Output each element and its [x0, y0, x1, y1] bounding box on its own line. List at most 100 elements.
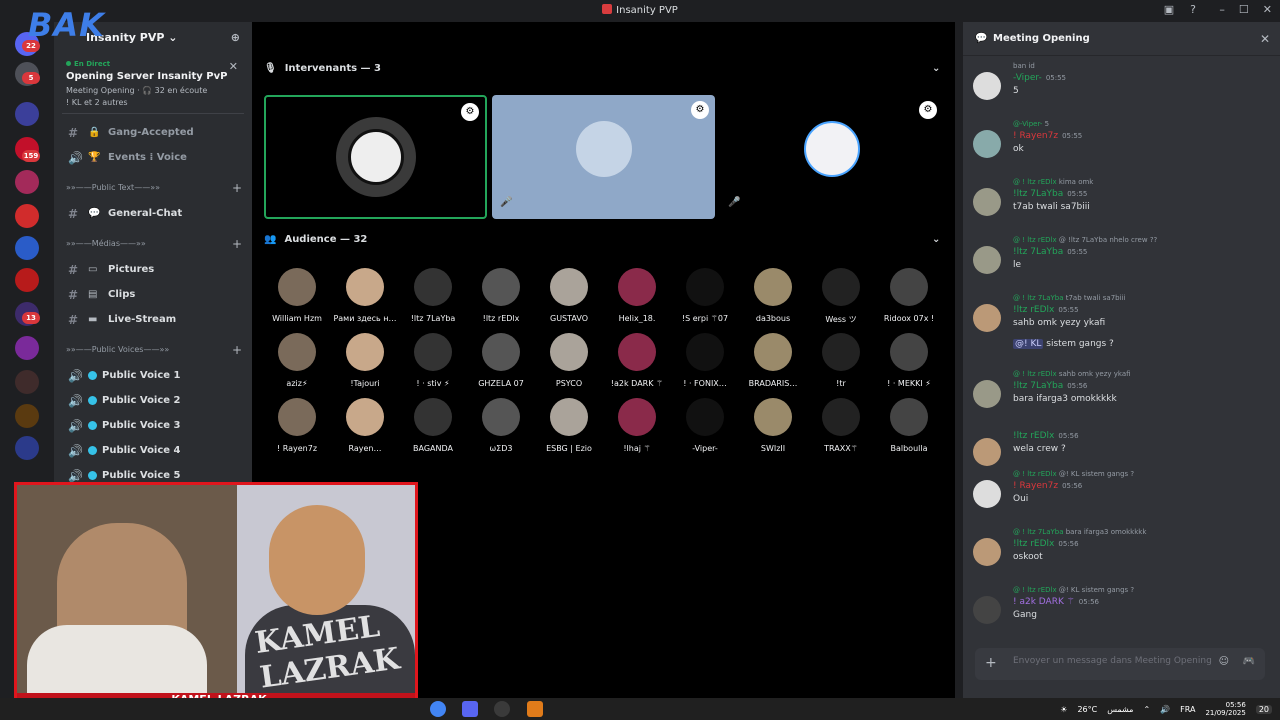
help-icon[interactable]: ? [1190, 3, 1196, 16]
chat-message[interactable]: @ ! ltz 7LaYba bara ifarga3 omokkkkk !ltz… [973, 528, 1263, 566]
message-author[interactable]: !ltz 7LaYba 05:56 [973, 381, 1263, 391]
channel-public-voice-4[interactable]: 🔊 Public Voice 4 [62, 438, 244, 463]
add-channel-icon[interactable]: + [232, 237, 242, 251]
audience-member[interactable]: TRAXX⚚ [808, 398, 874, 453]
message-author[interactable]: !ltz 7LaYba 05:55 [973, 189, 1263, 199]
obs-icon[interactable] [494, 701, 510, 717]
audience-member[interactable]: ESBG | Ezio [536, 398, 602, 453]
audience-member[interactable]: Wess ツ [808, 268, 874, 325]
channel-public-voice-3[interactable]: 🔊 Public Voice 3 [62, 413, 244, 438]
tray-chevron-icon[interactable]: ⌃ [1143, 705, 1150, 714]
server-icon-insanity[interactable] [15, 204, 39, 228]
close-icon[interactable]: ✕ [1260, 32, 1270, 46]
server-icon[interactable] [15, 170, 39, 194]
audience-member[interactable]: Рами здесь н… [332, 268, 398, 323]
reply-preview[interactable]: @ ! ltz rEDlx kima omk [973, 178, 1263, 186]
audience-member[interactable]: !tr [808, 333, 874, 388]
reply-preview[interactable]: @ ! ltz rEDlx sahb omk yezy ykafi [973, 370, 1263, 378]
category-medias[interactable]: »»——Médias——»» + [62, 230, 244, 257]
gamepad-icon[interactable]: 🎮 [1243, 656, 1255, 667]
audience-member[interactable]: !Tajouri [332, 333, 398, 388]
server-icon[interactable] [15, 268, 39, 292]
chat-message[interactable]: @ ! ltz rEDlx sahb omk yezy ykafi !ltz 7L… [973, 370, 1263, 408]
chat-message[interactable]: @! KL sistem gangs ? [973, 336, 1263, 349]
avatar[interactable] [973, 246, 1001, 274]
audience-member[interactable]: SWIzII [740, 398, 806, 453]
message-author[interactable]: ! Rayen7z 05:56 [973, 481, 1263, 491]
audience-member[interactable]: GUSTAVO [536, 268, 602, 323]
message-author[interactable]: !ltz rEDlx 05:55 [973, 305, 1263, 315]
message-author[interactable]: -Viper- 05:55 [973, 73, 1263, 83]
audience-member[interactable]: !ltz 7LaYba [400, 268, 466, 323]
audience-member[interactable]: Ridoox 07x ! [876, 268, 942, 323]
audience-member[interactable]: da3bous [740, 268, 806, 323]
emoji-icon[interactable]: ☺ [1219, 656, 1229, 667]
audience-member[interactable]: ! Rayen7z [264, 398, 330, 453]
category-public-voices[interactable]: »»——Public Voices——»» + [62, 336, 244, 363]
avatar[interactable] [973, 380, 1001, 408]
channel-public-voice-2[interactable]: 🔊 Public Voice 2 [62, 388, 244, 413]
chat-message[interactable]: @-Viper- 5 ! Rayen7z 05:55 ok [973, 120, 1263, 158]
reply-preview[interactable]: @ ! ltz rEDlx @! KL sistem gangs ? [973, 470, 1263, 478]
audience-member[interactable]: Balboulla [876, 398, 942, 453]
channel-public-voice-1[interactable]: 🔊 Public Voice 1 [62, 363, 244, 388]
chat-message[interactable]: @ ! ltz rEDlx @ !ltz 7LaYba nhelo crew ?… [973, 236, 1263, 274]
reply-preview[interactable]: @ ! ltz rEDlx @ !ltz 7LaYba nhelo crew ?… [973, 236, 1263, 244]
reply-preview[interactable]: @ ! ltz 7LaYba bara ifarga3 omokkkkk [973, 528, 1263, 536]
avatar[interactable] [973, 596, 1001, 624]
avatar[interactable] [973, 438, 1001, 466]
notification-count[interactable]: 20 [1255, 704, 1272, 714]
audience-member[interactable]: !S erpi ⚚07 [672, 268, 738, 323]
audience-member[interactable]: -Viper- [672, 398, 738, 453]
reply-preview[interactable]: @-Viper- 5 [973, 120, 1263, 128]
avatar[interactable] [973, 304, 1001, 332]
audience-member[interactable]: GHZELA 07 [468, 333, 534, 388]
audience-member[interactable]: BAGANDA [400, 398, 466, 453]
audience-member[interactable]: ! · MEKKI ⚡ [876, 333, 942, 388]
message-author[interactable]: !ltz 7LaYba 05:55 [973, 247, 1263, 257]
avatar[interactable] [973, 130, 1001, 158]
audience-member[interactable]: ωΣD3 [468, 398, 534, 453]
reply-preview[interactable]: @ ! ltz rEDlx @! KL sistem gangs ? [973, 586, 1263, 594]
speaker-tile[interactable]: ⚙ 🎤 [720, 95, 943, 219]
avatar[interactable] [973, 72, 1001, 100]
message-input[interactable] [1013, 656, 1213, 666]
audience-member[interactable]: !a2k DARK ⚚ [604, 333, 670, 388]
audience-member[interactable]: Rayen… [332, 398, 398, 453]
audience-member[interactable]: !lhaj ⚚ [604, 398, 670, 453]
add-channel-icon[interactable]: + [232, 181, 242, 195]
chevron-down-icon[interactable]: ⌄ [932, 63, 940, 74]
server-icon[interactable] [15, 370, 39, 394]
message-author[interactable]: !ltz rEDlx 05:56 [973, 431, 1263, 441]
chat-message[interactable]: @ ! ltz rEDlx kima omk !ltz 7LaYba 05:55 t7… [973, 178, 1263, 216]
channel-pictures[interactable]: # ▭ Pictures [62, 257, 244, 282]
speaker-tile[interactable]: ⚙ [264, 95, 487, 219]
server-icon[interactable] [15, 102, 39, 126]
server-icon[interactable] [15, 236, 39, 260]
avatar[interactable] [973, 188, 1001, 216]
chrome-icon[interactable] [430, 701, 446, 717]
channel-live-stream[interactable]: # ▬ Live-Stream [62, 307, 244, 332]
live-stage-card[interactable]: En Direct Opening Server Insanity PvP Me… [62, 56, 244, 114]
add-channel-icon[interactable]: + [232, 343, 242, 357]
server-icon[interactable] [15, 436, 39, 460]
volume-icon[interactable]: 🔊 [1160, 705, 1170, 714]
audience-member[interactable]: Helix_18. [604, 268, 670, 323]
channel-clips[interactable]: # ▤ Clips [62, 282, 244, 307]
channel-general-chat[interactable]: # 💬 General-Chat [62, 201, 244, 226]
discord-icon[interactable] [462, 701, 478, 717]
chevron-down-icon[interactable]: ⌄ [932, 234, 940, 245]
audience-member[interactable]: !ltz rEDlx [468, 268, 534, 323]
close-icon[interactable]: ✕ [229, 60, 238, 73]
message-author[interactable]: ! Rayen7z 05:55 [973, 131, 1263, 141]
chat-message[interactable]: ban id -Viper- 05:55 5 [973, 62, 1263, 100]
reply-preview[interactable]: @ ! ltz 7LaYba t7ab twali sa7biii [973, 294, 1263, 302]
audience-member[interactable]: William Hzm [264, 268, 330, 323]
audience-member[interactable]: ! · stiv ⚡ [400, 333, 466, 388]
speaker-tile[interactable]: ⚙ 🎤 [492, 95, 715, 219]
minimize-button[interactable]: – [1219, 3, 1225, 16]
add-attachment-icon[interactable]: + [985, 655, 997, 671]
channel-events-voice[interactable]: 🔊 🏆 Events ⁞ Voice [62, 145, 244, 170]
message-author[interactable]: !ltz rEDlx 05:56 [973, 539, 1263, 549]
audience-member[interactable]: ! · FONIX… [672, 333, 738, 388]
